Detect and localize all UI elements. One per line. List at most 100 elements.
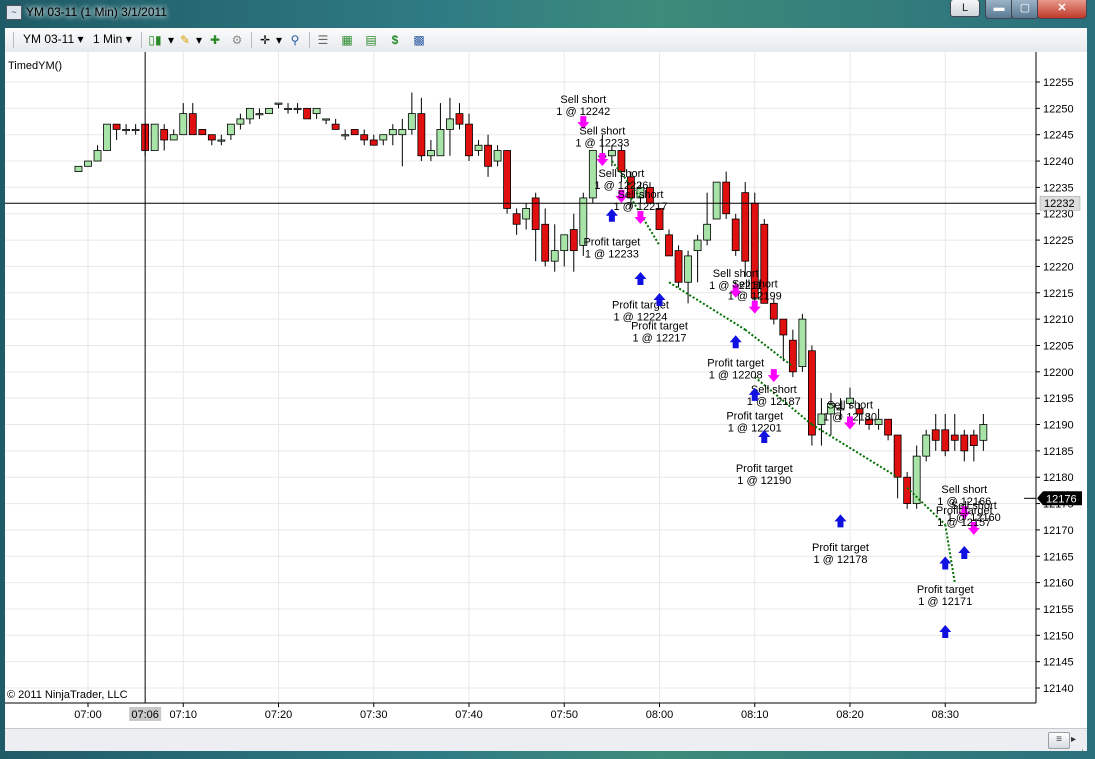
chart-toolbar: YM 03-11 ▾ 1 Min ▾ ▯▮ ▾ ✎ ▾ ✚ ⚙ ✛ ▾ ⚲ ☰ … [5,28,1087,53]
scrollbar-thumb[interactable]: ≡ [1048,732,1070,749]
layout-button[interactable]: L [950,0,980,17]
y-tick-label: 12215 [1043,288,1074,300]
y-tick-label: 12145 [1043,657,1074,669]
candle-up [979,424,988,441]
candle-up [426,150,435,157]
y-tick-label: 12160 [1043,578,1074,590]
candle-up [179,113,188,136]
candle-up [684,255,692,283]
candle-down [541,223,550,262]
candle-down [207,134,216,141]
candle-up [246,107,254,120]
y-tick-label: 12165 [1043,551,1074,563]
crosshair-price-label: 12232 [1044,198,1075,210]
app-icon: ~ [6,5,22,20]
y-tick-label: 12185 [1043,446,1074,458]
scroll-right-icon[interactable]: ▸ [1071,732,1083,747]
grid [5,52,1036,703]
candle-up [236,118,245,125]
minimize-button[interactable]: ▬ [985,0,1013,19]
candle-down [722,181,731,215]
labels: 07:06 12232 12176 TimedYM() © 2011 NinjaTrad… [5,52,1082,721]
x-tick-label: 07:10 [169,709,197,721]
candle-up [265,107,273,115]
zoom-icon[interactable]: ⚲ [287,32,303,48]
profit-target-label: Profit target [936,505,993,517]
candle-down [455,113,464,125]
y-tick-label: 12180 [1043,472,1074,484]
profit-target-label: Profit target [707,358,764,370]
maximize-button[interactable]: ▢ [1011,0,1039,19]
price-chart[interactable]: 1214012145121501215512160121651217012175… [5,52,1087,728]
candle-up [493,150,502,162]
sell-arrow-icon [748,300,761,314]
chevron-down-icon[interactable]: ▾ [191,32,207,48]
instrument-selector[interactable]: YM 03-11 ▾ [23,31,84,48]
dollar-order-icon[interactable]: $ [387,32,403,48]
x-tick-label: 07:30 [360,709,388,721]
candle-down [303,107,311,120]
chevron-down-icon: ▾ [77,32,84,46]
toolbar-separator [309,32,310,48]
candle-up [703,223,712,241]
sell-arrow-icon [767,369,780,383]
candle-up [150,123,159,151]
candle-down [769,302,778,320]
strategy-icon[interactable]: ⚙ [229,32,245,48]
y-tick-label: 12150 [1043,630,1074,642]
candle-up [103,123,111,151]
resize-grip-icon[interactable]: ⋱ [1081,748,1091,758]
x-tick-label: 08:00 [646,709,674,721]
close-button[interactable]: ✕ [1037,0,1087,19]
y-tick-label: 12225 [1043,235,1074,247]
candle-down [465,123,473,157]
insert-indicator-icon[interactable]: ✚ [207,32,223,48]
properties-icon[interactable]: ☰ [315,32,331,48]
profit-target-label: Profit target [812,542,869,554]
chevron-down-icon[interactable]: ▾ [271,32,287,48]
candle-up [607,150,616,157]
candle-up [312,107,321,115]
candle-up [84,160,92,167]
candle-down [160,129,169,141]
candle-down [674,250,683,283]
candle-down [360,134,369,141]
window-title: YM 03-11 (1 Min) 3/1/2011 [26,5,167,19]
candle-up [798,318,807,367]
crosshair-time-label: 07:06 [131,709,159,721]
candle-down [484,144,492,167]
candle-up [217,139,226,142]
window-layout-icon[interactable]: ▩ [411,32,427,48]
profit-target-label: Profit target [726,410,783,422]
candle-up [474,144,483,151]
y-tick-label: 12195 [1043,393,1074,405]
candle-down [198,129,207,136]
x-tick-label: 07:20 [265,709,293,721]
candle-down [950,434,959,441]
candle-down [779,318,788,336]
sell-short-label: Sell short [618,189,664,201]
chart-trader-icon[interactable]: ▦ [339,32,355,48]
fill-quantity-label: 1 @ 12233 [585,248,639,260]
interval-selector[interactable]: 1 Min ▾ [93,31,132,48]
y-tick-label: 12240 [1043,156,1074,168]
y-tick-label: 12210 [1043,314,1074,326]
chevron-down-icon: ▾ [125,32,132,46]
candle-down [188,113,197,136]
title-bar[interactable]: ~ YM 03-11 (1 Min) 3/1/2011 L ▬ ▢ ✕ [0,0,1095,24]
candle-down [531,197,540,230]
fill-quantity-label: 1 @ 12233 [575,138,629,150]
y-tick-label: 12220 [1043,261,1074,273]
candle-up [398,129,407,136]
chart-panel[interactable]: 1214012145121501215512160121651217012175… [5,52,1087,728]
x-tick-label: 08:20 [836,709,864,721]
candlestick-style-icon[interactable]: ▯▮ [147,32,163,48]
y-tick-label: 12230 [1043,209,1074,221]
candle-down [788,339,797,373]
sell-short-label: Sell short [560,94,606,106]
buy-arrow-icon [958,545,971,559]
data-box-icon[interactable]: ▤ [363,32,379,48]
profit-target-label: Profit target [917,584,974,596]
horizontal-scrollbar[interactable]: ≡ ▸ [5,728,1087,751]
toolbar-separator [251,32,252,48]
